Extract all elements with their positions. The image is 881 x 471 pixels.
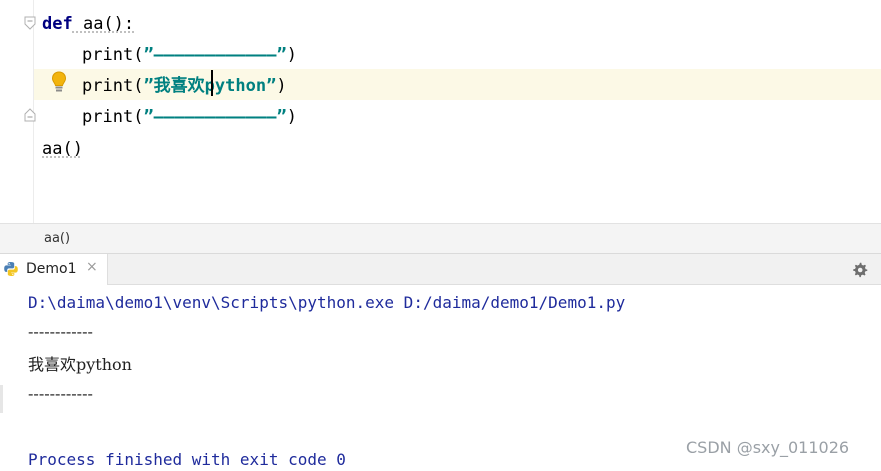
console-command-line: D:\daima\demo1\venv\Scripts\python.exe D…: [28, 292, 625, 314]
code-editor[interactable]: def aa(): print(”————————————”) print(”我…: [0, 0, 881, 223]
console-process-status: Process finished with exit code 0: [28, 449, 346, 471]
string-literal: ”————————————”: [143, 107, 286, 127]
fold-close-icon[interactable]: [24, 108, 36, 122]
print-call: print: [82, 45, 133, 65]
breadcrumb[interactable]: aa(): [0, 223, 881, 254]
tab-close-icon[interactable]: ×: [86, 259, 98, 275]
def-signature: aa():: [73, 14, 134, 34]
paren-open: (: [133, 107, 143, 127]
console-scroll-marker: [0, 385, 3, 413]
paren-close: ): [287, 107, 297, 127]
console-output-line: ------------: [28, 321, 93, 343]
paren-close: ): [276, 76, 286, 96]
print-call: print: [82, 107, 133, 127]
code-line-5: aa(): [42, 135, 83, 163]
console-output-line: 我喜欢python: [28, 354, 132, 376]
gear-icon[interactable]: [852, 262, 868, 278]
tab-label: Demo1: [26, 261, 77, 277]
python-icon: [3, 261, 19, 277]
lightbulb-icon[interactable]: [50, 70, 68, 94]
code-line-1: def aa():: [42, 10, 134, 38]
code-line-2: print(”————————————”): [82, 41, 297, 69]
code-line-4: print(”————————————”): [82, 103, 297, 131]
string-literal: ”我喜欢python”: [143, 76, 276, 96]
text-caret: [211, 70, 213, 96]
paren-open: (: [133, 76, 143, 96]
string-literal: ”————————————”: [143, 45, 286, 65]
keyword-def: def: [42, 14, 73, 34]
run-tool-window-header: Demo1 ×: [0, 254, 881, 285]
paren-close: ): [287, 45, 297, 65]
breadcrumb-item[interactable]: aa(): [44, 231, 70, 246]
paren-open: (: [133, 45, 143, 65]
function-call: aa(): [42, 139, 83, 159]
fold-open-icon[interactable]: [24, 16, 36, 30]
print-call: print: [82, 76, 133, 96]
code-line-3: print(”我喜欢python”): [82, 72, 287, 100]
console-output-line: ------------: [28, 383, 93, 405]
watermark: CSDN @sxy_011026: [686, 438, 849, 457]
tab-demo1[interactable]: Demo1 ×: [0, 254, 108, 285]
